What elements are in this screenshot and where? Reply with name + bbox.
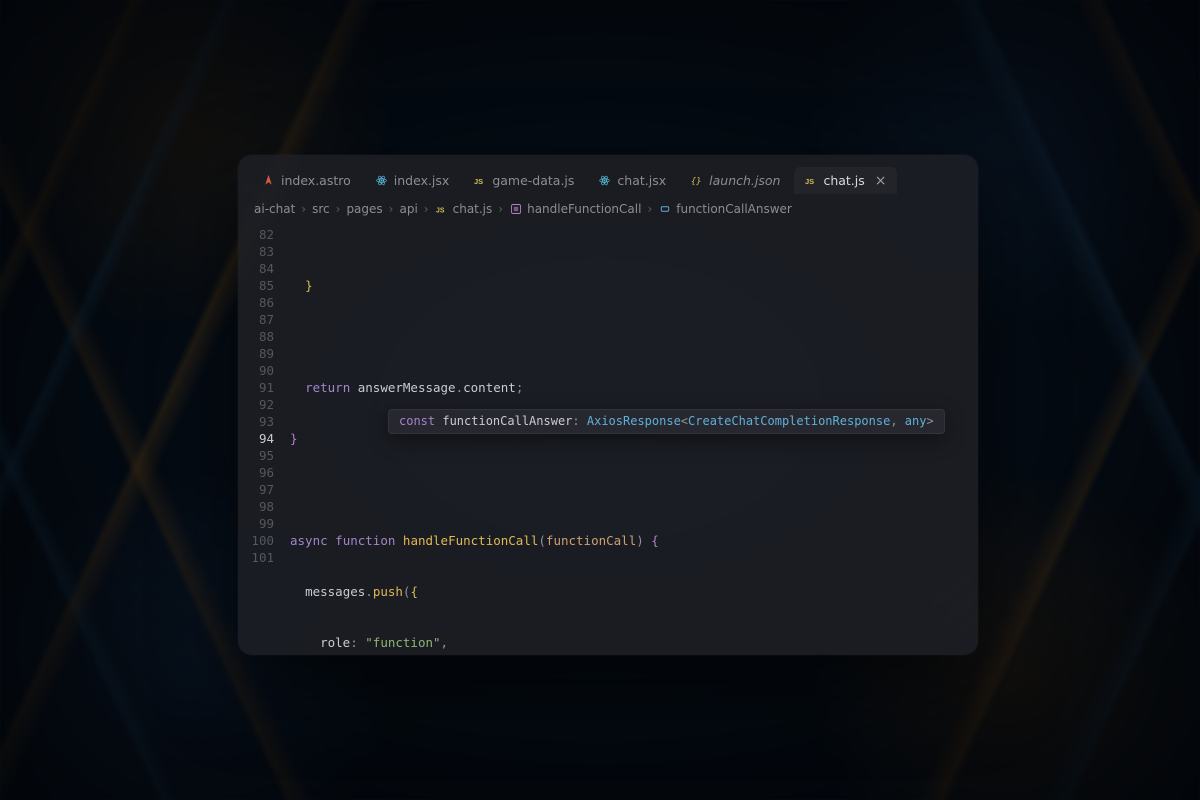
chevron-right-icon: › <box>389 202 394 216</box>
tab-bar: index.astro index.jsx JS game-data.js ch… <box>238 155 978 194</box>
line-number: 89 <box>248 345 274 362</box>
chevron-right-icon: › <box>424 202 429 216</box>
chevron-right-icon: › <box>301 202 306 216</box>
react-icon <box>375 174 388 187</box>
crumb[interactable]: JS chat.js <box>435 202 493 216</box>
tab-index-jsx[interactable]: index.jsx <box>365 167 460 194</box>
breadcrumb: ai-chat › src › pages › api › JS chat.js… <box>238 194 978 222</box>
tab-label: index.jsx <box>394 173 450 188</box>
line-number: 94 <box>248 430 274 447</box>
tab-chat-jsx[interactable]: chat.jsx <box>588 167 676 194</box>
crumb-text: chat.js <box>453 202 493 216</box>
symbol-function-icon <box>509 203 522 216</box>
js-icon: JS <box>804 174 817 187</box>
close-icon[interactable]: × <box>875 174 887 188</box>
line-number: 82 <box>248 226 274 243</box>
line-number: 96 <box>248 464 274 481</box>
react-icon <box>598 174 611 187</box>
tab-launch-json[interactable]: {} launch.json <box>680 167 790 194</box>
tab-index-astro[interactable]: index.astro <box>252 167 361 194</box>
tab-label: index.astro <box>281 173 351 188</box>
code-editor-window: index.astro index.jsx JS game-data.js ch… <box>238 155 978 655</box>
tab-label: chat.js <box>823 173 864 188</box>
astro-icon <box>262 174 275 187</box>
code-content[interactable]: } return answerMessage.content; } async … <box>284 222 978 655</box>
line-number: 93 <box>248 413 274 430</box>
svg-text:JS: JS <box>474 177 483 186</box>
tab-label: chat.jsx <box>617 173 666 188</box>
crumb-text: functionCallAnswer <box>676 202 792 216</box>
crumb[interactable]: src <box>312 202 330 216</box>
js-icon: JS <box>435 203 448 216</box>
line-number: 101 <box>248 549 274 566</box>
crumb-text: src <box>312 202 330 216</box>
line-number-gutter: 8283848586878889909192939495969798991001… <box>238 222 284 655</box>
line-number: 91 <box>248 379 274 396</box>
line-number: 95 <box>248 447 274 464</box>
svg-text:JS: JS <box>805 177 814 186</box>
tab-label: game-data.js <box>492 173 574 188</box>
line-number: 83 <box>248 243 274 260</box>
json-icon: {} <box>690 174 703 187</box>
type-hint-tooltip: const functionCallAnswer: AxiosResponse<… <box>388 409 945 434</box>
line-number: 100 <box>248 532 274 549</box>
line-number: 87 <box>248 311 274 328</box>
line-number: 88 <box>248 328 274 345</box>
crumb-text: api <box>399 202 417 216</box>
crumb[interactable]: functionCallAnswer <box>658 202 792 216</box>
line-number: 92 <box>248 396 274 413</box>
crumb-text: ai-chat <box>254 202 295 216</box>
line-number: 84 <box>248 260 274 277</box>
chevron-right-icon: › <box>336 202 341 216</box>
tab-game-data-js[interactable]: JS game-data.js <box>463 167 584 194</box>
tab-label: launch.json <box>709 173 780 188</box>
line-number: 99 <box>248 515 274 532</box>
crumb-text: handleFunctionCall <box>527 202 641 216</box>
chevron-right-icon: › <box>498 202 503 216</box>
line-number: 90 <box>248 362 274 379</box>
line-number: 86 <box>248 294 274 311</box>
crumb[interactable]: api <box>399 202 417 216</box>
crumb-text: pages <box>346 202 382 216</box>
chevron-right-icon: › <box>647 202 652 216</box>
symbol-variable-icon <box>658 203 671 216</box>
tab-chat-js[interactable]: JS chat.js × <box>794 167 896 194</box>
line-number: 98 <box>248 498 274 515</box>
svg-text:JS: JS <box>436 207 445 214</box>
crumb[interactable]: handleFunctionCall <box>509 202 641 216</box>
svg-text:{}: {} <box>691 177 702 187</box>
line-number: 85 <box>248 277 274 294</box>
code-area[interactable]: 8283848586878889909192939495969798991001… <box>238 222 978 655</box>
crumb[interactable]: pages <box>346 202 382 216</box>
line-number: 97 <box>248 481 274 498</box>
js-icon: JS <box>473 174 486 187</box>
crumb[interactable]: ai-chat <box>254 202 295 216</box>
